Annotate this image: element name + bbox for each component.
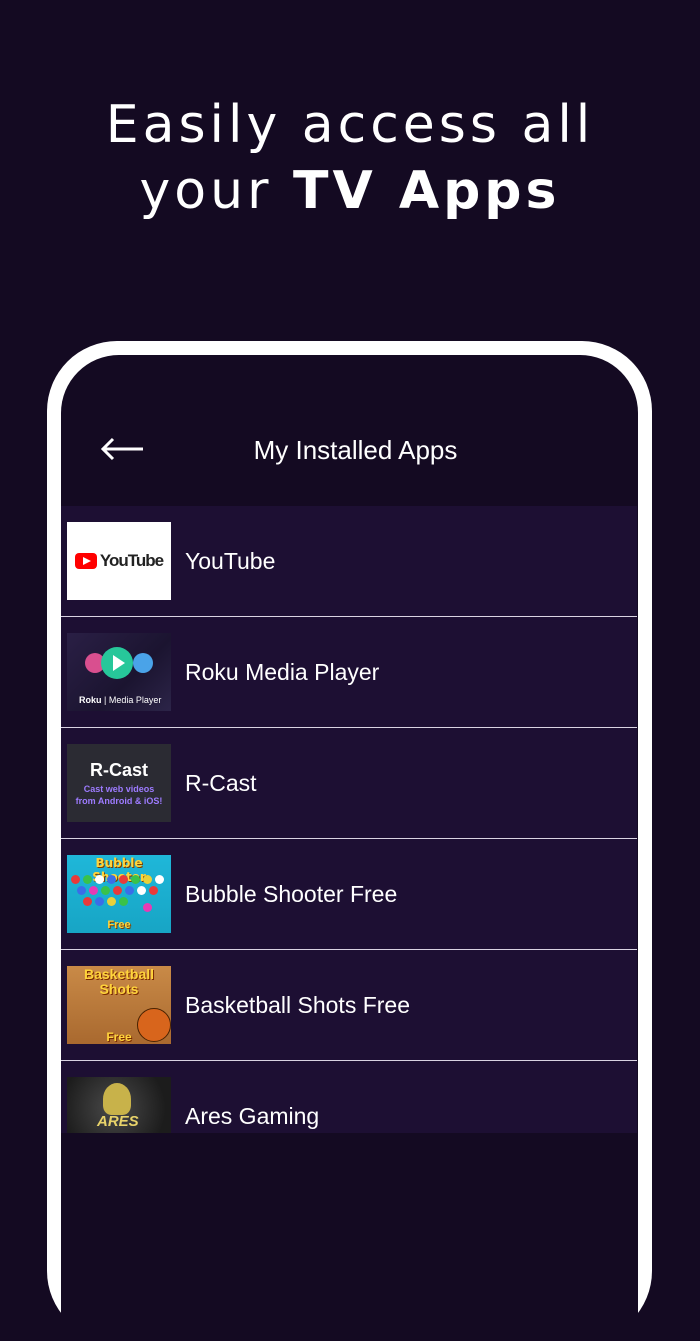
bubble <box>101 886 110 895</box>
bubble-shooter-thumbnail: Bubble Shooter <box>67 855 171 933</box>
bubble <box>83 897 92 906</box>
basketball-shots-logo-line-1: Basketball <box>83 966 155 982</box>
roku-media-player-thumbnail: Roku | Media Player <box>67 633 171 711</box>
bubble <box>119 875 128 884</box>
headline-line-2-prefix: your <box>139 161 273 221</box>
r-cast-thumbnail: R-Cast Cast web videos from Android & iO… <box>67 744 171 822</box>
bubble <box>149 886 158 895</box>
basketball-shots-logo-line-2: Shots <box>99 981 139 997</box>
nav-bar: My Installed Apps <box>61 355 638 506</box>
page-title: My Installed Apps <box>253 435 458 465</box>
photo-icon <box>133 653 153 673</box>
app-name: Bubble Shooter Free <box>185 881 398 907</box>
list-item-r-cast[interactable]: R-Cast Cast web videos from Android & iO… <box>61 728 637 839</box>
basketball-shots-free-text: Free <box>106 1030 132 1044</box>
list-item-basketball-shots-free[interactable]: Basketball Shots Free Basketball Shots F… <box>61 950 637 1061</box>
bubble <box>89 886 98 895</box>
shooter-bubble <box>143 903 152 912</box>
ares-logo-text: ARES <box>97 1113 139 1130</box>
roku-brand: Roku <box>79 695 102 705</box>
bubble <box>77 886 86 895</box>
bubble <box>83 875 92 884</box>
list-item-ares-gaming[interactable]: ARES Ares Gaming <box>61 1061 637 1133</box>
list-item-youtube[interactable]: YouTube YouTube <box>61 506 637 617</box>
basketball-shots-thumbnail: Basketball Shots Free <box>67 966 171 1044</box>
phone-screen: My Installed Apps YouTube YouTube Roku |… <box>61 355 638 1341</box>
youtube-logo-text: YouTube <box>99 551 164 570</box>
roku-caption-text: Media Player <box>108 695 162 705</box>
app-name: R-Cast <box>185 770 257 796</box>
basketball-shots-logo: Basketball Shots <box>67 967 171 997</box>
app-name: YouTube <box>185 548 276 574</box>
r-cast-tagline-2: from Android & iOS! <box>75 796 163 806</box>
bubble <box>95 875 104 884</box>
phone-frame: My Installed Apps YouTube YouTube Roku |… <box>47 341 652 1341</box>
list-item-roku-media-player[interactable]: Roku | Media Player Roku Media Player <box>61 617 637 728</box>
installed-apps-list[interactable]: YouTube YouTube Roku | Media Player Roku… <box>61 506 637 1133</box>
list-item-bubble-shooter-free[interactable]: Bubble Shooter <box>61 839 637 950</box>
app-name: Roku Media Player <box>185 659 380 685</box>
bubble <box>107 875 116 884</box>
bubble-shooter-free-text: Free <box>107 919 131 931</box>
roku-caption: Roku | Media Player <box>79 695 162 705</box>
bubble <box>71 875 80 884</box>
bubble <box>131 875 140 884</box>
bubble <box>137 886 146 895</box>
headline-line-2: your TV Apps <box>0 158 700 224</box>
ares-gaming-thumbnail: ARES <box>67 1077 171 1133</box>
bubble <box>155 875 164 884</box>
bubble <box>95 897 104 906</box>
headline-line-1: Easily access all <box>105 95 595 155</box>
r-cast-logo-text: R-Cast <box>89 760 148 780</box>
app-name: Basketball Shots Free <box>185 992 411 1018</box>
helmet-icon <box>103 1083 131 1115</box>
r-cast-tagline-1: Cast web videos <box>83 784 155 794</box>
bubble <box>143 875 152 884</box>
bubble <box>107 897 116 906</box>
bubble <box>113 886 122 895</box>
app-name: Ares Gaming <box>185 1103 320 1129</box>
youtube-logo: YouTube <box>74 551 164 571</box>
play-icon <box>101 647 133 679</box>
headline-line-2-bold: TV Apps <box>293 161 561 221</box>
bubble <box>125 886 134 895</box>
youtube-thumbnail: YouTube <box>67 522 171 600</box>
headline: Easily access all your TV Apps <box>0 92 700 224</box>
youtube-play-icon <box>74 553 97 569</box>
bubble <box>119 897 128 906</box>
